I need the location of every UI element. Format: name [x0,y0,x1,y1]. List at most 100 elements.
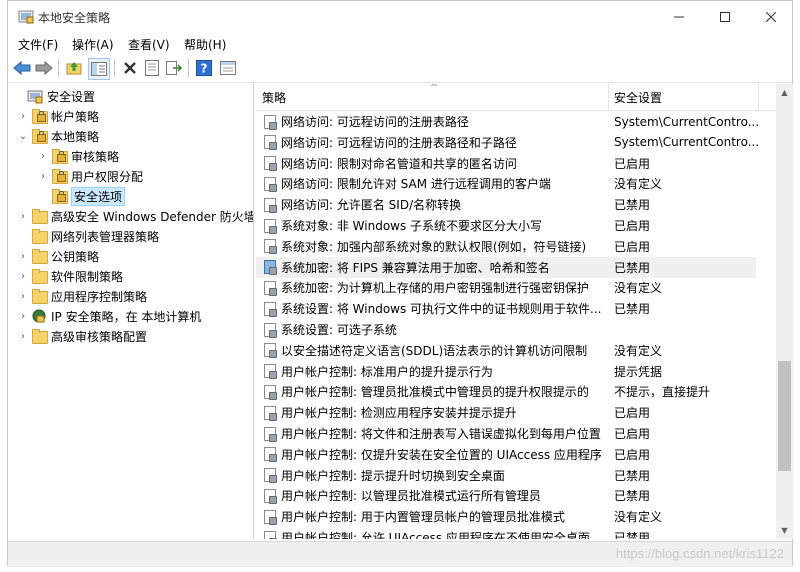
chevron-right-icon[interactable]: › [35,146,51,166]
chevron-right-icon[interactable]: › [15,206,31,226]
table-row[interactable]: 用户帐户控制: 检测应用程序安装并提示提升 已启用 [256,402,756,423]
table-row[interactable]: 系统加密: 为计算机上存储的用户密钥强制进行强密钥保护 没有定义 [256,277,756,298]
policy-icon [263,218,277,234]
policy-icon [263,280,277,296]
delete-icon[interactable] [120,58,140,78]
table-row[interactable]: 系统加密: 将 FIPS 兼容算法用于加密、哈希和签名 已禁用 [256,256,756,278]
policy-icon [263,156,277,172]
folder-icon [51,188,68,204]
table-row[interactable]: 用户帐户控制: 管理员批准模式中管理员的提升权限提示的 不提示，直接提升 [256,381,756,402]
menu-view[interactable]: 查看(V) [128,36,170,53]
chevron-down-icon[interactable]: ⌄ [15,126,31,146]
policy-setting: 已启用 [614,156,651,171]
list-header: ^ 策略 安全设置 [256,84,776,111]
close-button[interactable] [748,1,794,32]
vertical-scrollbar[interactable]: ▲ ▼ [776,84,793,539]
minimize-button[interactable] [656,1,702,32]
folder-icon [51,148,68,164]
svg-text:?: ? [201,62,208,76]
maximize-button[interactable] [702,1,748,32]
policy-icon [263,447,277,463]
table-row[interactable]: 网络访问: 允许匿名 SID/名称转换 已禁用 [256,194,756,215]
table-row[interactable]: 以安全描述符定义语言(SDDL)语法表示的计算机访问限制 没有定义 [256,340,756,361]
tree-item-network-list[interactable]: 网络列表管理器策略 [15,226,159,246]
policy-name: 用户帐户控制: 允许 UIAccess 应用程序在不使用安全桌面 [281,531,590,539]
up-folder-icon[interactable] [64,58,84,78]
tree-item-audit-policy[interactable]: › 审核策略 [35,146,119,166]
policy-name: 用户帐户控制: 用于内置管理员帐户的管理员批准模式 [281,510,565,525]
table-row[interactable]: 网络访问: 可远程访问的注册表路径和子路径 System\CurrentContr… [256,132,759,153]
policy-setting: 已启用 [614,406,651,421]
properties-icon[interactable] [142,58,162,78]
tree-item-local-policies[interactable]: ⌄ 本地策略 [15,126,99,146]
policy-list: ^ 策略 安全设置 网络访问: 可远程访问的注册表路径 System\Curren… [256,84,776,539]
tree-item-account-policies[interactable]: › 帐户策略 [15,106,99,126]
status-bar: https://blog.csdn.net/kris1122 [8,541,792,567]
tree-item-app-control[interactable]: › 应用程序控制策略 [15,286,147,306]
tree-item-software-restriction[interactable]: › 软件限制策略 [15,266,123,286]
tree-item-security-settings[interactable]: 安全设置 [11,86,95,106]
menu-help[interactable]: 帮助(H) [184,36,226,53]
help-icon[interactable]: ? [194,58,214,78]
table-row[interactable]: 用户帐户控制: 允许 UIAccess 应用程序在不使用安全桌面 已禁用 [256,527,756,539]
chevron-right-icon[interactable]: › [15,106,31,126]
table-row[interactable]: 系统设置: 将 Windows 可执行文件中的证书规则用于软件... 已禁用 [256,298,756,319]
chevron-right-icon[interactable]: › [15,266,31,286]
policy-setting: 已禁用 [614,260,651,275]
policy-icon [263,197,277,213]
policy-name: 系统加密: 为计算机上存储的用户密钥强制进行强密钥保护 [281,281,589,296]
tree-item-public-key[interactable]: › 公钥策略 [15,246,99,266]
security-settings-icon [27,88,43,104]
action-pane-icon[interactable] [218,58,238,78]
policy-icon [263,509,277,525]
forward-icon[interactable] [34,58,54,78]
chevron-right-icon[interactable]: › [15,306,31,326]
table-row[interactable]: 网络访问: 可远程访问的注册表路径 System\CurrentContro... [256,111,759,132]
folder-icon [31,108,48,124]
policy-setting: System\CurrentContro... [614,114,759,129]
scroll-up-icon[interactable]: ▲ [776,84,793,101]
chevron-right-icon[interactable]: › [15,326,31,346]
policy-name: 系统设置: 可选子系统 [281,323,397,337]
policy-icon [263,239,277,255]
menu-file[interactable]: 文件(F) [18,36,58,53]
policy-icon [263,114,277,130]
table-row[interactable]: 用户帐户控制: 仅提升安装在安全位置的 UIAccess 应用程序 已启用 [256,444,756,465]
table-row[interactable]: 用户帐户控制: 标准用户的提升提示行为 提示凭据 [256,361,756,382]
back-icon[interactable] [12,58,32,78]
column-header-setting[interactable]: 安全设置 [608,84,758,110]
table-row[interactable]: 系统对象: 加强内部系统对象的默认权限(例如，符号链接) 已启用 [256,236,756,257]
table-row[interactable]: 系统对象: 非 Windows 子系统不要求区分大小写 已启用 [256,215,756,236]
column-header-policy[interactable]: 策略 [256,84,608,110]
scrollbar-thumb[interactable] [778,361,791,471]
show-hide-tree-icon[interactable] [88,58,110,80]
title-bar: 本地安全策略 [8,1,792,32]
table-row[interactable]: 用户帐户控制: 用于内置管理员帐户的管理员批准模式 没有定义 [256,506,756,527]
table-row[interactable]: 网络访问: 限制对命名管道和共享的匿名访问 已启用 [256,153,756,174]
watermark-text: https://blog.csdn.net/kris1122 [615,546,784,561]
menu-action[interactable]: 操作(A) [72,36,114,53]
tree-item-advanced-audit[interactable]: › 高级审核策略配置 [15,326,147,346]
tree-item-firewall[interactable]: › 高级安全 Windows Defender 防火墙 [15,206,253,226]
table-row[interactable]: 用户帐户控制: 将文件和注册表写入错误虚拟化到每用户位置 已启用 [256,423,756,444]
policy-icon [263,364,277,380]
table-row[interactable]: 网络访问: 限制允许对 SAM 进行远程调用的客户端 没有定义 [256,173,756,194]
policy-name: 网络访问: 限制对命名管道和共享的匿名访问 [281,156,517,171]
scroll-down-icon[interactable]: ▼ [776,522,793,539]
tree-item-ip-security[interactable]: › IP 安全策略，在 本地计算机 [15,306,201,326]
tree-item-user-rights[interactable]: › 用户权限分配 [35,166,143,186]
folder-icon [31,328,48,344]
policy-icon [263,301,277,317]
chevron-right-icon[interactable]: › [15,286,31,306]
chevron-right-icon[interactable]: › [35,166,51,186]
policy-icon [263,343,277,359]
tree-item-security-options[interactable]: 安全选项 [35,186,126,206]
chevron-right-icon[interactable]: › [15,246,31,266]
policy-name: 用户帐户控制: 以管理员批准模式运行所有管理员 [281,489,541,504]
policy-setting: 已禁用 [614,489,651,504]
policy-setting: 已禁用 [614,531,651,539]
table-row[interactable]: 用户帐户控制: 提示提升时切换到安全桌面 已禁用 [256,465,756,486]
table-row[interactable]: 系统设置: 可选子系统 [256,319,756,340]
export-list-icon[interactable] [164,58,184,78]
table-row[interactable]: 用户帐户控制: 以管理员批准模式运行所有管理员 已禁用 [256,485,756,506]
